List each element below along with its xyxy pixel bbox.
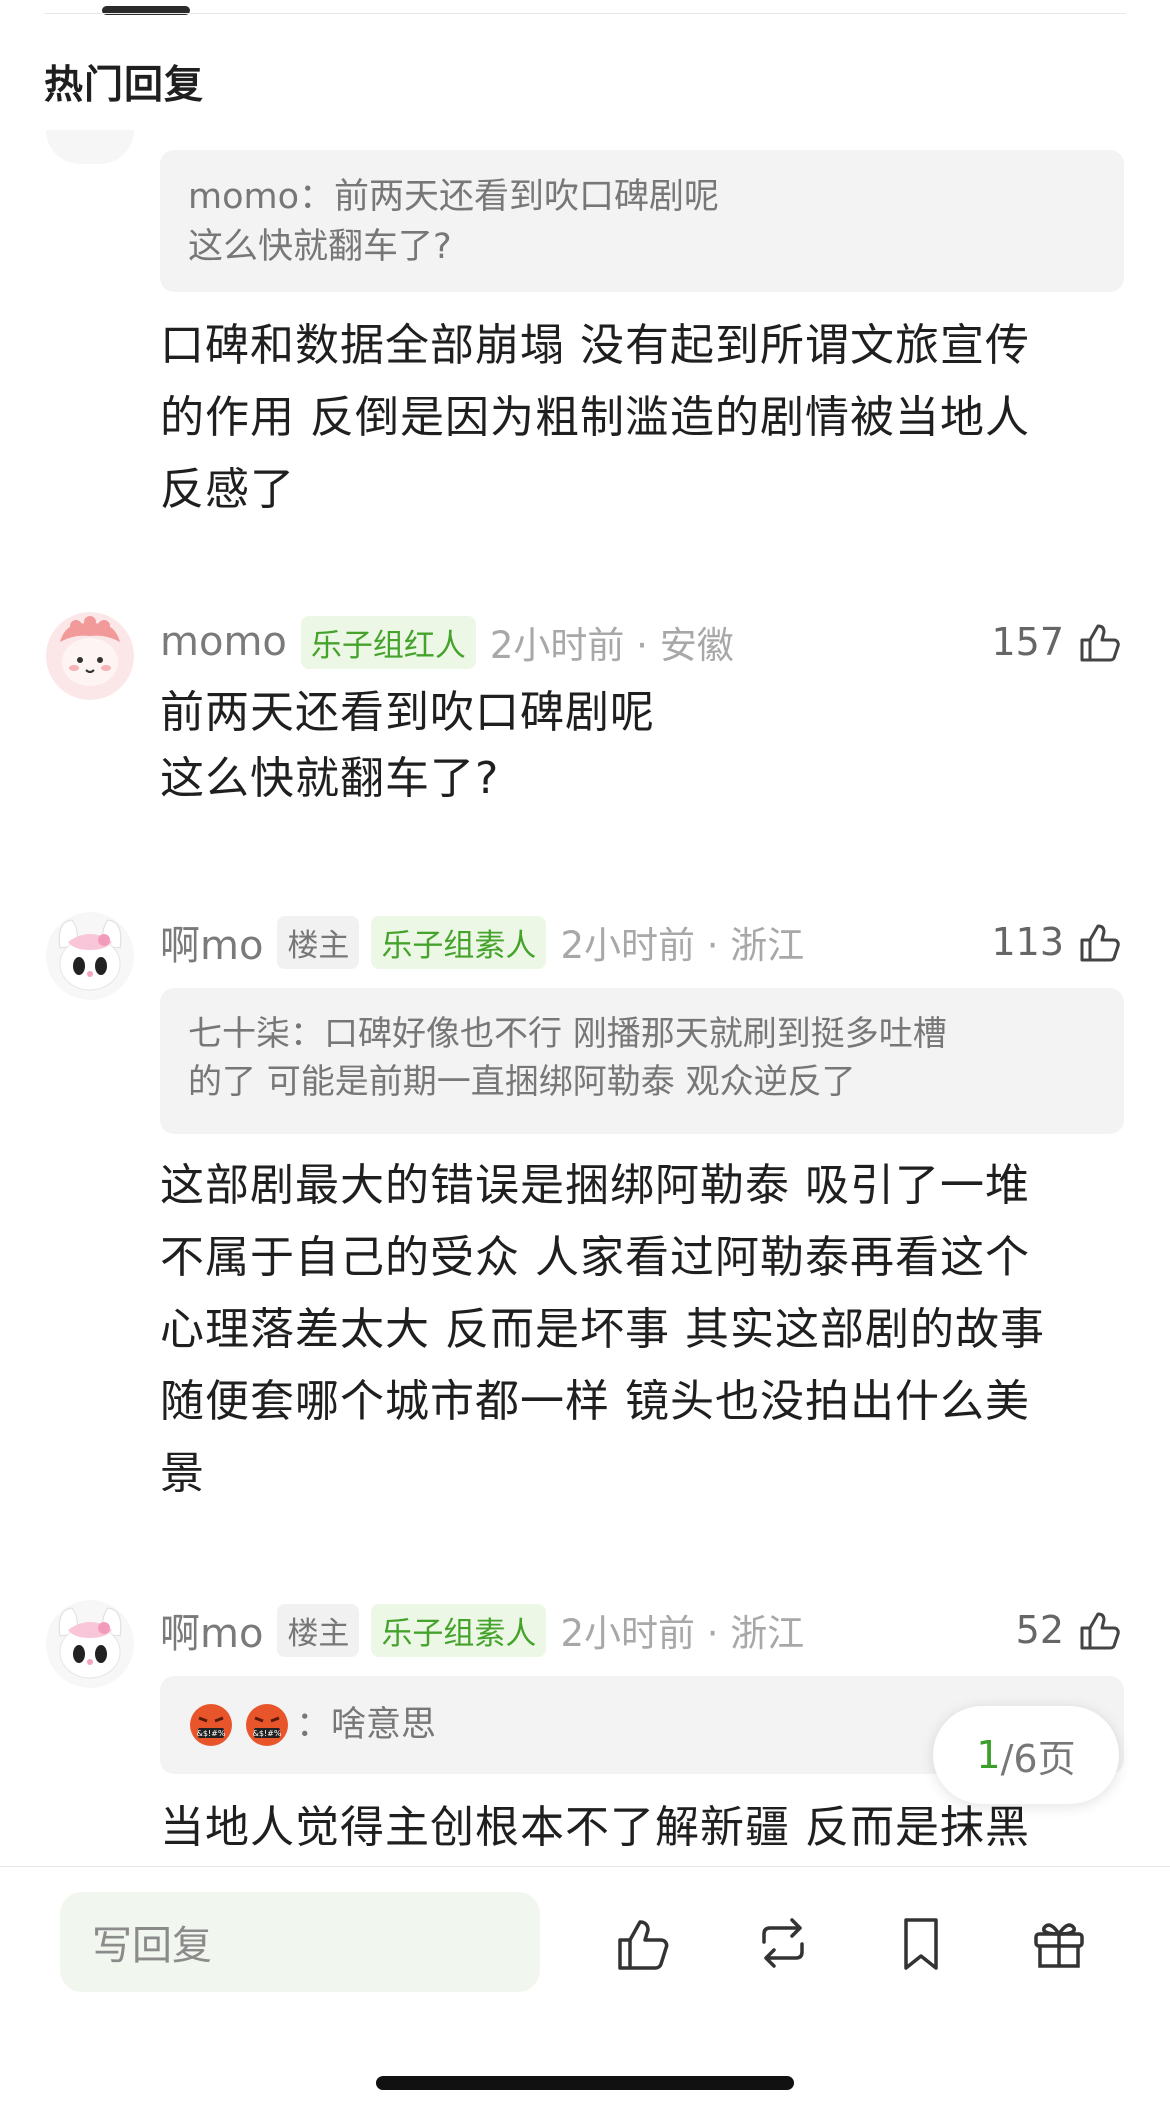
bottom-divider [0,1866,1170,1867]
like-button[interactable]: 113 [991,918,1124,966]
group-badge[interactable]: 乐子组红人 [300,615,476,669]
svg-text:&$!#%: &$!#% [253,1729,282,1738]
thumbs-up-icon [1080,924,1120,962]
repost-icon[interactable] [752,1912,814,1974]
avatar[interactable] [46,612,134,700]
quote-text: 啥意思 [331,1705,437,1745]
comment-meta: 2小时前 · 安徽 [489,624,734,667]
comment-meta: 2小时前 · 浙江 [560,1612,805,1655]
like-count: 113 [991,920,1064,964]
like-button[interactable]: 157 [991,618,1124,666]
comment-header: 啊mo 楼主 乐子组素人 2小时前 · 浙江 113 [160,912,1124,972]
thumbs-up-icon [1080,1612,1120,1650]
group-badge[interactable]: 乐子组素人 [371,915,547,969]
top-divider [44,13,1126,14]
comment-content: 这部剧最大的错误是捆绑阿勒泰 吸引了一堆 不属于自己的受众 人家看过阿勒泰再看这… [160,1160,1045,1499]
avatar[interactable] [46,130,134,164]
comment-content: 前两天还看到吹口碑剧呢 这么快就翻车了? [160,687,655,804]
comment-content: 口碑和数据全部崩塌 没有起到所谓文旅宣传 的作用 反倒是因为粗制滥造的剧情被当地… [160,320,1030,515]
total-pages: /6页 [1000,1736,1076,1781]
avatar[interactable] [46,1600,134,1688]
group-badge[interactable]: 乐子组素人 [371,1603,547,1657]
like-count: 52 [1015,1608,1064,1652]
quoted-reply[interactable]: momo：前两天还看到吹口碑剧呢 这么快就翻车了? [160,150,1124,292]
quoted-reply[interactable]: 七十柒：口碑好像也不行 刚播那天就刷到挺多吐槽 的了 可能是前期一直捆绑阿勒泰 … [160,988,1124,1134]
thumbs-up-icon [1080,624,1120,662]
like-button[interactable]: 52 [1016,1606,1124,1654]
quote-author: ： [296,1705,332,1745]
gift-icon[interactable] [1028,1912,1090,1974]
svg-text:&$!#%: &$!#% [197,1729,226,1738]
username[interactable]: momo [160,619,287,665]
thumbs-up-icon[interactable] [614,1912,676,1974]
comment-header: momo 乐子组红人 2小时前 · 安徽 157 [160,612,1124,672]
like-count: 157 [991,620,1064,664]
avatar[interactable] [46,912,134,1000]
username[interactable]: 啊mo [160,1601,263,1659]
quote-author: momo： [188,177,335,217]
pagination-indicator[interactable]: 1/6页 [933,1706,1119,1804]
angry-swearing-face-icon: &$!#% [246,1704,288,1746]
owner-badge: 楼主 [277,1603,360,1657]
comment-header: 啊mo 楼主 乐子组素人 2小时前 · 浙江 52 [160,1600,1124,1660]
reply-input[interactable]: 写回复 [60,1892,540,1992]
bookmark-icon[interactable] [890,1912,952,1974]
section-title: 热门回复 [44,63,205,108]
quote-author: 七十柒： [188,1014,324,1054]
username[interactable]: 啊mo [160,913,263,971]
angry-swearing-face-icon: &$!#% [190,1704,232,1746]
owner-badge: 楼主 [277,915,360,969]
current-page: 1 [976,1733,1001,1777]
comment-meta: 2小时前 · 浙江 [560,924,805,967]
home-indicator [376,2076,794,2090]
